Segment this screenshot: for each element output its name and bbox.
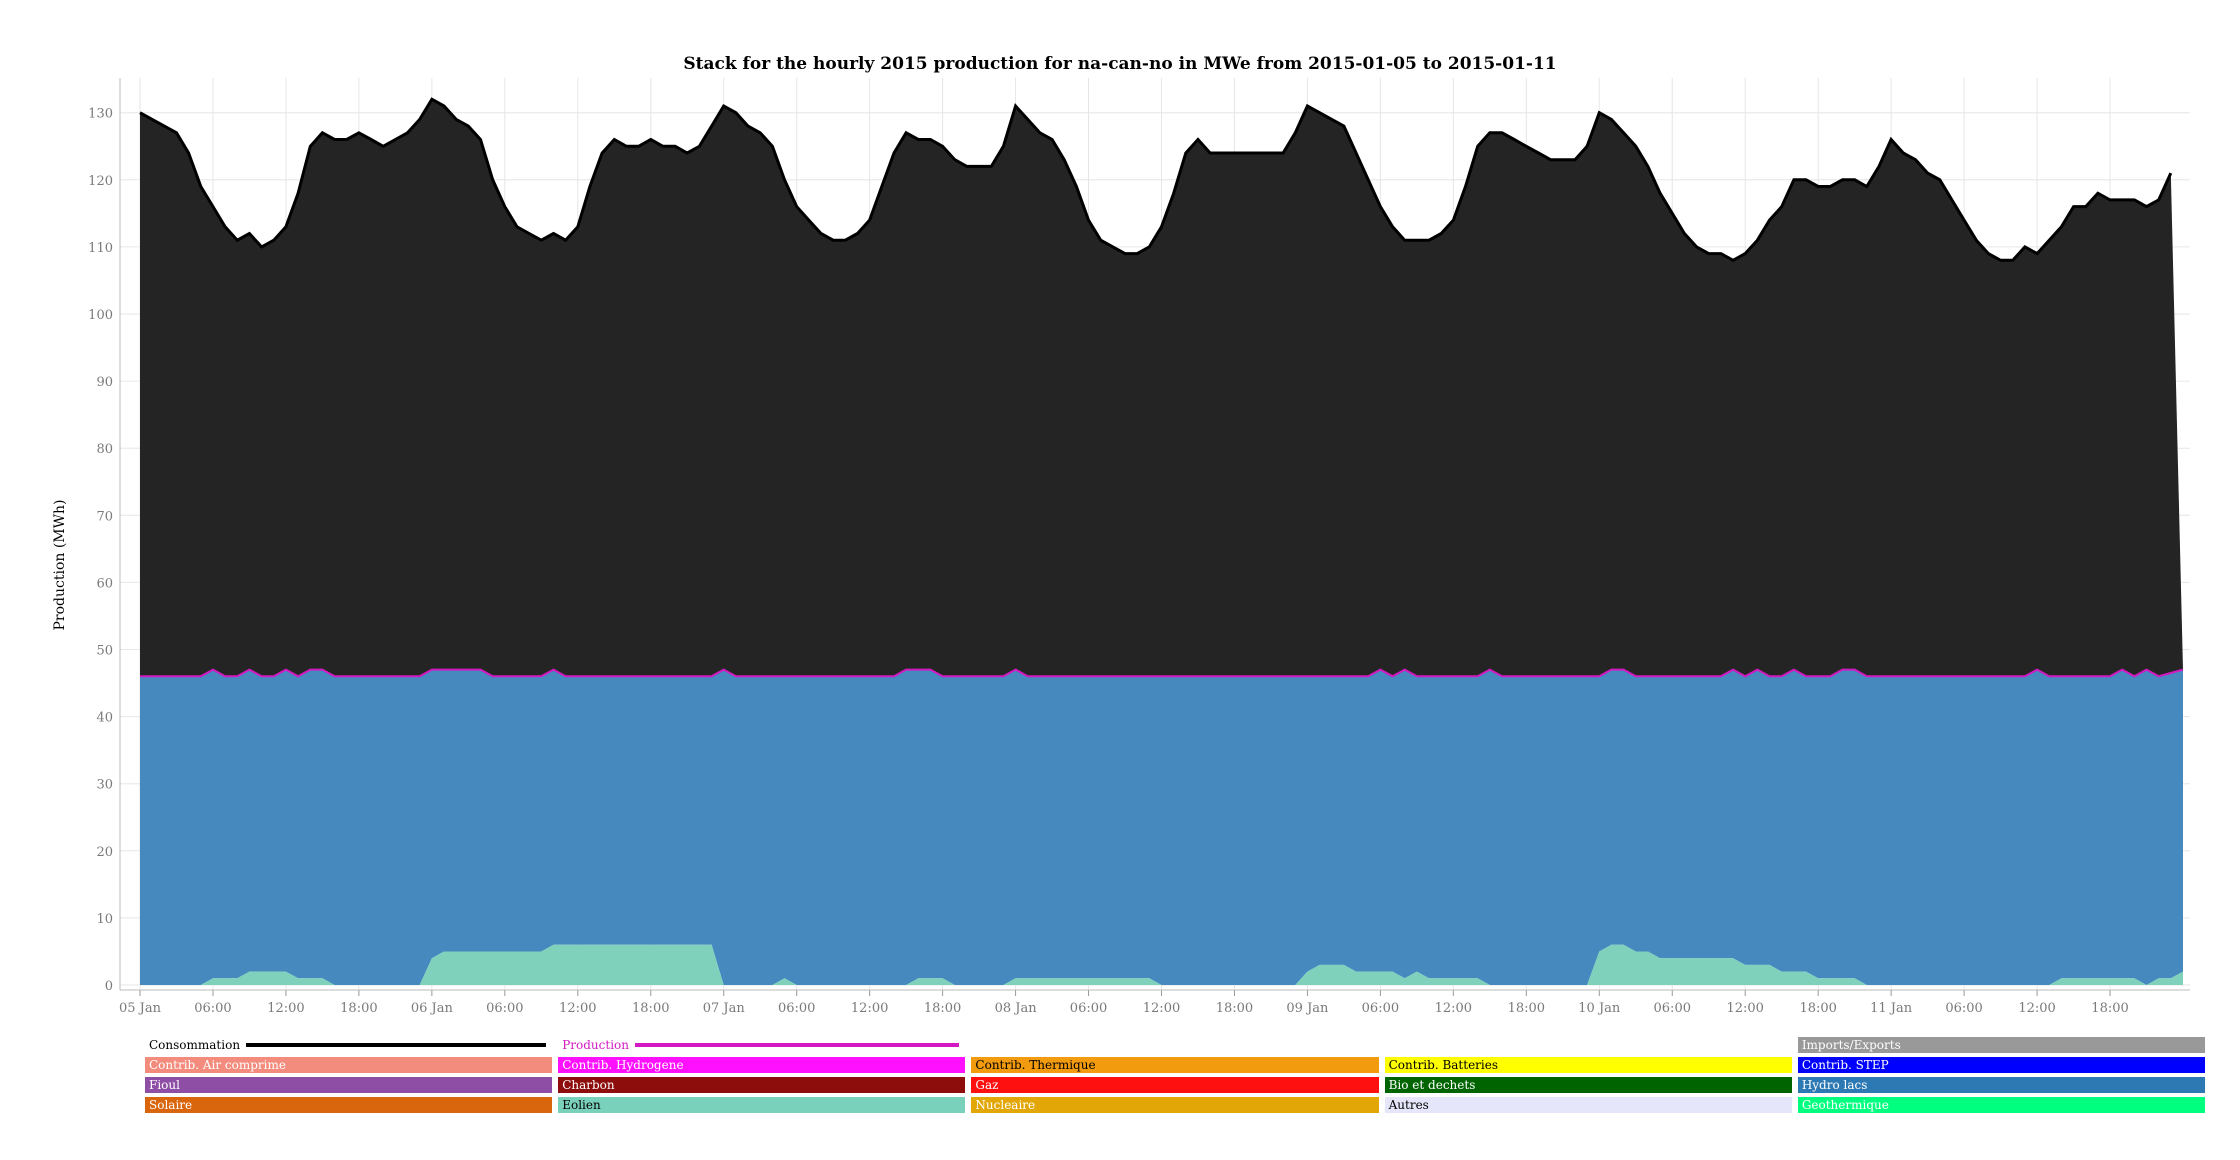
- legend: Consommation Production Imports/Exports Con…: [145, 1037, 2206, 1117]
- y-axis-label: Production (MWh): [52, 499, 68, 630]
- area-hydro-lacs: [140, 669, 2183, 985]
- legend-empty-cell: [1385, 1037, 1792, 1053]
- legend-item-autres[interactable]: Autres: [1384, 1097, 1792, 1113]
- x-tick-label: 12:00: [559, 1001, 596, 1016]
- x-tick-label: 18:00: [340, 1001, 377, 1016]
- y-tick-label: 0: [105, 979, 113, 994]
- chart-canvas: Stack for the hourly 2015 production for…: [52, 54, 2190, 1016]
- legend-item-contrib-batteries[interactable]: Contrib. Batteries: [1384, 1057, 1792, 1073]
- x-tick-label: 06:00: [1945, 1001, 1982, 1016]
- legend-item-consommation[interactable]: Consommation: [145, 1037, 552, 1053]
- legend-item-geothermique[interactable]: Geothermique: [1797, 1097, 2206, 1113]
- legend-label: Bio et dechets: [1388, 1078, 1476, 1092]
- x-tick-label: 06:00: [1654, 1001, 1691, 1016]
- x-tick-label: 18:00: [1216, 1001, 1253, 1016]
- x-tick-label: 18:00: [2091, 1001, 2128, 1016]
- legend-label: Contrib. Hydrogene: [562, 1058, 684, 1072]
- legend-label: Gaz: [975, 1078, 999, 1092]
- x-tick-label: 06:00: [486, 1001, 523, 1016]
- x-tick-label: 12:00: [851, 1001, 888, 1016]
- y-tick-label: 50: [96, 644, 113, 659]
- legend-item-fioul[interactable]: Fioul: [145, 1077, 553, 1093]
- legend-item-hydro-lacs[interactable]: Hydro lacs: [1797, 1077, 2206, 1093]
- x-tick-label: 18:00: [1508, 1001, 1545, 1016]
- plot-areas: [139, 97, 2184, 985]
- x-tick-label: 05 Jan: [119, 1001, 162, 1016]
- legend-label: Eolien: [562, 1098, 601, 1112]
- x-tick-label: 06:00: [194, 1001, 231, 1016]
- legend-item-eolien[interactable]: Eolien: [558, 1097, 966, 1113]
- legend-label: Production: [562, 1038, 629, 1052]
- y-tick-label: 60: [96, 576, 113, 591]
- legend-row: Consommation Production Imports/Exports: [145, 1037, 2206, 1057]
- legend-label: Nucleaire: [975, 1098, 1036, 1112]
- x-tick-label: 12:00: [1143, 1001, 1180, 1016]
- legend-label: Contrib. STEP: [1801, 1058, 1889, 1072]
- legend-item-bio-et-dechets[interactable]: Bio et dechets: [1384, 1077, 1792, 1093]
- legend-row: Solaire Eolien Nucleaire Autres Geothermique: [145, 1097, 2206, 1117]
- legend-line-swatch: [246, 1043, 547, 1047]
- legend-item-gaz[interactable]: Gaz: [971, 1077, 1379, 1093]
- y-tick-label: 120: [88, 174, 113, 189]
- x-tick-label: 08 Jan: [995, 1001, 1038, 1016]
- y-tick-label: 90: [96, 375, 113, 390]
- legend-label: Contrib. Thermique: [975, 1058, 1096, 1072]
- y-tick-label: 10: [96, 912, 113, 927]
- legend-item-production[interactable]: Production: [558, 1037, 965, 1053]
- legend-row: Fioul Charbon Gaz Bio et dechets Hydro lacs: [145, 1077, 2206, 1097]
- legend-item-nucleaire[interactable]: Nucleaire: [971, 1097, 1379, 1113]
- x-tick-label: 06:00: [778, 1001, 815, 1016]
- legend-item-contrib-hydrogene[interactable]: Contrib. Hydrogene: [558, 1057, 966, 1073]
- legend-label: Charbon: [562, 1078, 615, 1092]
- x-tick-label: 12:00: [1726, 1001, 1763, 1016]
- legend-label: Imports/Exports: [1801, 1038, 1901, 1052]
- y-tick-label: 130: [88, 107, 113, 122]
- legend-label: Consommation: [149, 1038, 241, 1052]
- x-tick-label: 12:00: [1435, 1001, 1472, 1016]
- legend-row: Contrib. Air comprime Contrib. Hydrogene C…: [145, 1057, 2206, 1077]
- y-tick-label: 70: [96, 509, 113, 524]
- y-tick-label: 20: [96, 845, 113, 860]
- y-tick-label: 110: [88, 241, 113, 256]
- legend-label: Geothermique: [1801, 1098, 1889, 1112]
- legend-label: Fioul: [149, 1078, 180, 1092]
- legend-label: Hydro lacs: [1801, 1078, 1868, 1092]
- legend-line-swatch: [634, 1043, 960, 1047]
- x-tick-label: 12:00: [267, 1001, 304, 1016]
- x-tick-label: 06 Jan: [411, 1001, 454, 1016]
- legend-item-contrib-air-comprime[interactable]: Contrib. Air comprime: [145, 1057, 553, 1073]
- legend-empty-cell: [971, 1037, 1378, 1053]
- legend-label: Contrib. Air comprime: [149, 1058, 286, 1072]
- legend-label: Autres: [1388, 1098, 1429, 1112]
- y-tick-label: 40: [96, 711, 113, 726]
- x-tick-label: 18:00: [924, 1001, 961, 1016]
- y-tick-label: 30: [96, 778, 113, 793]
- legend-item-contrib-thermique[interactable]: Contrib. Thermique: [971, 1057, 1379, 1073]
- x-tick-label: 11 Jan: [1870, 1001, 1913, 1016]
- x-tick-label: 06:00: [1070, 1001, 1107, 1016]
- x-tick-label: 18:00: [1799, 1001, 1836, 1016]
- x-tick-label: 10 Jan: [1578, 1001, 1621, 1016]
- legend-label: Solaire: [149, 1098, 193, 1112]
- legend-item-solaire[interactable]: Solaire: [145, 1097, 553, 1113]
- x-tick-label: 09 Jan: [1286, 1001, 1329, 1016]
- y-tick-label: 100: [88, 308, 113, 323]
- legend-item-contrib-step[interactable]: Contrib. STEP: [1797, 1057, 2206, 1073]
- legend-item-charbon[interactable]: Charbon: [558, 1077, 966, 1093]
- legend-label: Contrib. Batteries: [1388, 1058, 1499, 1072]
- x-tick-label: 18:00: [632, 1001, 669, 1016]
- y-tick-label: 80: [96, 442, 113, 457]
- legend-item-imports-exports[interactable]: Imports/Exports: [1797, 1037, 2206, 1053]
- x-tick-label: 07 Jan: [703, 1001, 746, 1016]
- chart-title: Stack for the hourly 2015 production for…: [683, 54, 1556, 74]
- x-tick-label: 06:00: [1362, 1001, 1399, 1016]
- x-tick-label: 12:00: [2018, 1001, 2055, 1016]
